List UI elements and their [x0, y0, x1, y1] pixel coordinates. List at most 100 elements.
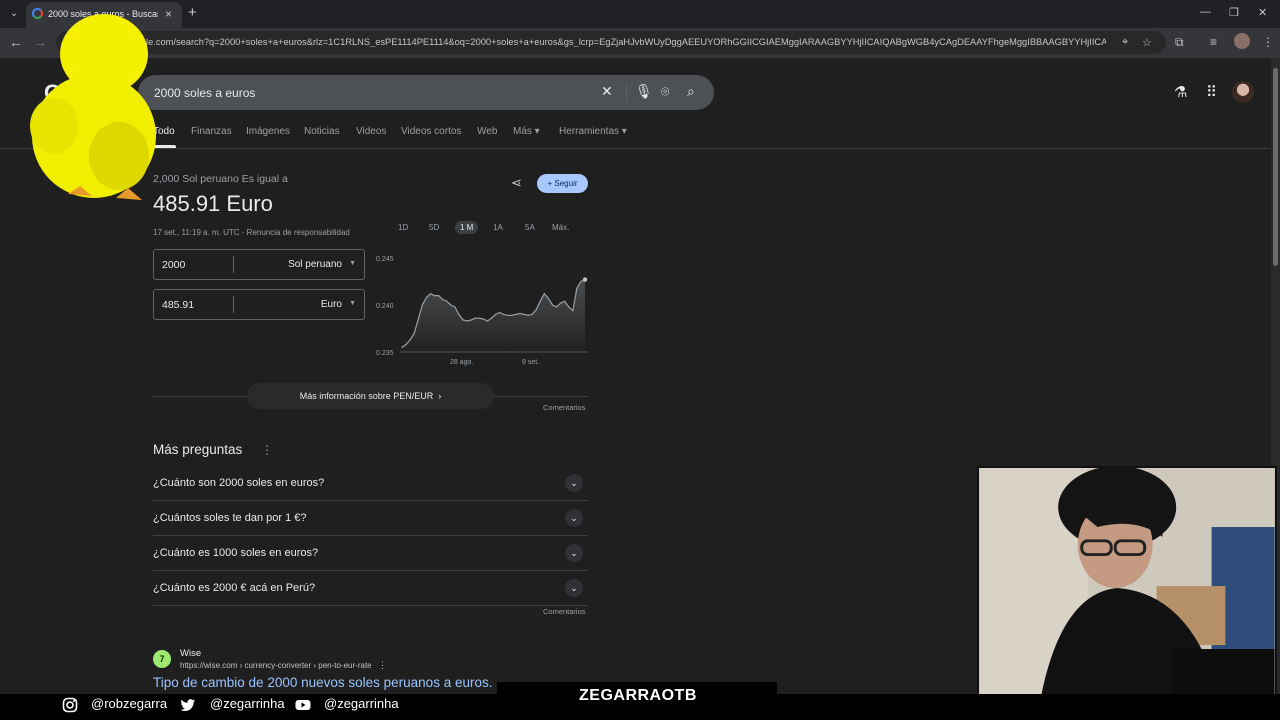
- tab-search-chevron-icon[interactable]: ⌄: [6, 6, 22, 22]
- paa-question-text: ¿Cuánto son 2000 soles en euros?: [153, 477, 325, 489]
- range-max[interactable]: Máx.: [552, 223, 569, 232]
- restore-icon[interactable]: ❐: [1229, 6, 1239, 19]
- tab-finance[interactable]: Finanzas: [191, 126, 232, 137]
- conversion-label: 2,000 Sol peruano Es igual a: [153, 173, 288, 185]
- share-icon[interactable]: ⋖: [511, 175, 522, 191]
- from-currency-select[interactable]: Sol peruano: [288, 259, 342, 270]
- result-title-link[interactable]: Tipo de cambio de 2000 nuevos soles peru…: [153, 675, 507, 690]
- chart-data-point: [478, 317, 480, 319]
- header-divider: [0, 148, 1270, 149]
- range-1y[interactable]: 1A: [493, 223, 503, 232]
- exchange-rate-chart[interactable]: 0.245 0.240 0.235 28 ago. 9 set.: [370, 250, 590, 370]
- disclaimer-link[interactable]: Renuncia de responsabilidad: [247, 228, 350, 237]
- result-more-icon[interactable]: ⋮: [378, 660, 387, 671]
- conversion-meta: 17 set., 11:19 a. m. UTC · Renuncia de r…: [153, 228, 350, 237]
- clear-search-icon[interactable]: ✕: [601, 83, 613, 100]
- search-query[interactable]: 2000 soles a euros: [154, 86, 255, 100]
- address-url: le.com/search?q=2000+soles+a+euros&rlz=1…: [146, 37, 1106, 47]
- tab-close-icon[interactable]: ×: [165, 7, 172, 21]
- chevron-down-icon[interactable]: ⌄: [565, 474, 583, 492]
- chart-data-point: [466, 320, 468, 322]
- profile-avatar-small[interactable]: [1234, 33, 1250, 49]
- chart-data-point: [539, 300, 541, 302]
- paa-question[interactable]: ¿Cuánto es 1000 soles en euros? ⌄: [153, 536, 588, 571]
- paa-question[interactable]: ¿Cuánto son 2000 soles en euros? ⌄: [153, 466, 588, 501]
- chevron-down-icon[interactable]: ⌄: [565, 579, 583, 597]
- range-5y[interactable]: 5A: [525, 223, 535, 232]
- paa-question[interactable]: ¿Cuánto es 2000 € acá en Perú? ⌄: [153, 571, 588, 606]
- labs-flask-icon[interactable]: ⚗: [1174, 83, 1187, 101]
- to-currency-select[interactable]: Euro: [321, 299, 342, 310]
- bookmark-star-icon[interactable]: ☆: [1142, 36, 1152, 49]
- apps-grid-icon[interactable]: ⠿: [1206, 83, 1217, 101]
- from-amount-input[interactable]: 2000: [162, 259, 185, 271]
- chart-data-point: [442, 298, 444, 300]
- minimize-icon[interactable]: —: [1200, 6, 1211, 18]
- scrollbar-thumb[interactable]: [1273, 68, 1278, 266]
- tab-images[interactable]: Imágenes: [246, 126, 290, 137]
- youtube-handle: @zegarrinha: [324, 696, 399, 711]
- paa-options-icon[interactable]: ⋮: [261, 443, 273, 457]
- chart-data-point: [543, 293, 545, 295]
- chart-data-point: [421, 304, 423, 306]
- range-1d[interactable]: 1D: [398, 223, 408, 232]
- to-amount-input[interactable]: 485.91: [162, 299, 194, 311]
- more-info-label: Más información sobre PEN/EUR: [299, 391, 434, 401]
- range-1m[interactable]: 1 M: [455, 221, 479, 234]
- twitter-bird-icon: [180, 699, 195, 712]
- tab-tools-label: Herramientas: [559, 126, 620, 137]
- more-info-button[interactable]: Más información sobre PEN/EUR ›: [247, 383, 494, 409]
- to-currency-field[interactable]: 485.91 Euro ▼: [153, 289, 365, 320]
- lens-camera-icon[interactable]: ⌾: [661, 83, 669, 100]
- tab-videos[interactable]: Videos: [356, 126, 386, 137]
- account-avatar[interactable]: [1232, 81, 1254, 103]
- chart-data-point: [494, 313, 497, 315]
- tab-web[interactable]: Web: [477, 126, 497, 137]
- twitter-handle: @zegarrinha: [210, 696, 285, 711]
- chart-data-point: [490, 317, 493, 319]
- y-tick-label: 0.235: [376, 350, 394, 357]
- tab-tools[interactable]: Herramientas ▾: [559, 126, 627, 137]
- address-bar[interactable]: le.com/search?q=2000+soles+a+euros&rlz=1…: [56, 31, 1166, 54]
- follow-button[interactable]: + Seguir: [537, 174, 588, 193]
- chart-data-point: [564, 300, 566, 302]
- chart-data-point: [474, 317, 476, 319]
- y-tick-label: 0.245: [376, 256, 394, 263]
- chrome-menu-icon[interactable]: ⋮: [1262, 35, 1274, 49]
- location-pin-icon[interactable]: ⌖: [1122, 36, 1128, 49]
- new-tab-plus-icon[interactable]: +: [188, 4, 197, 21]
- paa-feedback-link[interactable]: Comentarios: [543, 607, 586, 616]
- result-site-name[interactable]: Wise: [180, 648, 201, 659]
- chart-data-point: [551, 304, 554, 306]
- search-icon[interactable]: ⌕: [687, 83, 695, 100]
- range-5d[interactable]: 5D: [429, 223, 439, 232]
- from-currency-field[interactable]: 2000 Sol peruano ▼: [153, 249, 365, 280]
- extensions-puzzle-icon[interactable]: ⧉: [1175, 35, 1184, 50]
- chart-data-point: [429, 293, 432, 295]
- chart-data-point: [560, 302, 562, 304]
- window-close-icon[interactable]: ✕: [1258, 6, 1267, 19]
- x-tick-label: 28 ago.: [450, 359, 473, 366]
- chart-data-point: [486, 320, 488, 322]
- paa-question[interactable]: ¿Cuántos soles te dan por 1 €? ⌄: [153, 501, 588, 536]
- chart-data-point: [572, 310, 574, 312]
- chevron-down-icon[interactable]: ⌄: [565, 544, 583, 562]
- chevron-down-icon[interactable]: ⌄: [565, 509, 583, 527]
- toolbar: ← → le.com/search?q=2000+soles+a+euros&r…: [0, 28, 1280, 58]
- media-controls-icon[interactable]: ≡: [1210, 35, 1217, 49]
- dropdown-caret-icon[interactable]: ▼: [349, 260, 356, 267]
- chart-data-point: [446, 300, 448, 302]
- paa-question-text: ¿Cuánto es 2000 € acá en Perú?: [153, 582, 316, 594]
- feedback-link[interactable]: Comentarios: [543, 403, 586, 412]
- instagram-icon: [62, 697, 78, 713]
- chart-data-point: [582, 277, 588, 282]
- chart-data-point: [438, 295, 440, 297]
- search-box[interactable]: 2000 soles a euros ✕ 🎙︎ ⌾ ⌕: [138, 75, 714, 110]
- tab-news[interactable]: Noticias: [304, 126, 340, 137]
- microphone-icon[interactable]: 🎙︎: [635, 83, 653, 100]
- result-url[interactable]: https://wise.com › currency-converter › …: [180, 661, 372, 670]
- dropdown-caret-icon[interactable]: ▼: [349, 300, 356, 307]
- tab-short-videos[interactable]: Videos cortos: [401, 126, 461, 137]
- tab-more[interactable]: Más ▾: [513, 126, 540, 137]
- back-arrow-icon[interactable]: ←: [9, 34, 23, 50]
